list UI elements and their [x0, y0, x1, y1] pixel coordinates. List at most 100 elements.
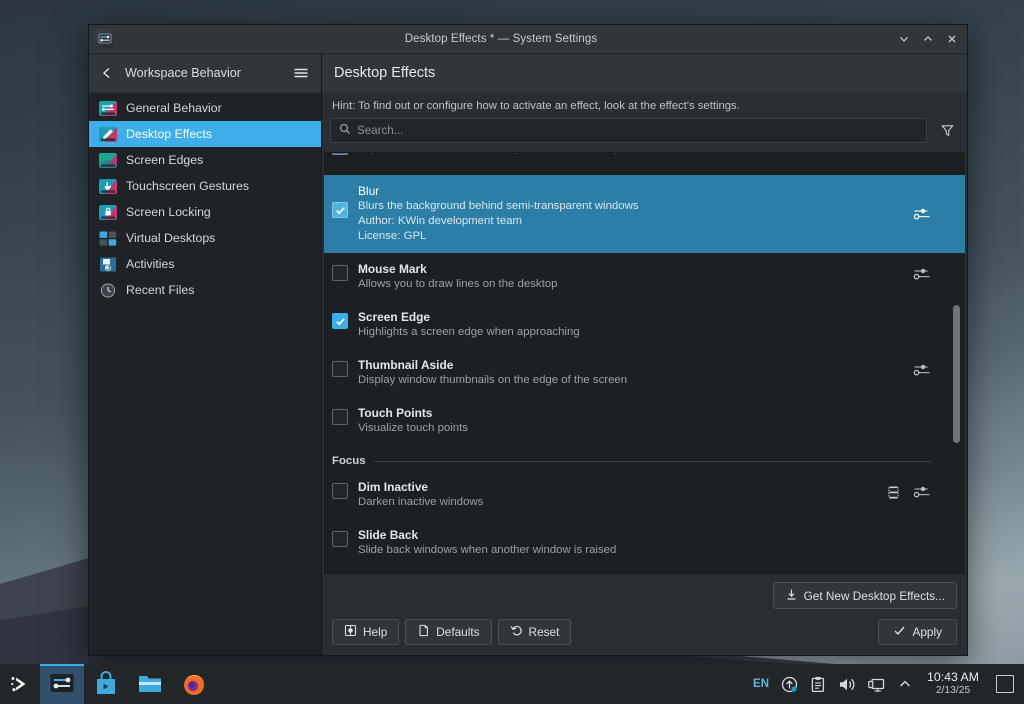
search-row: Search...: [322, 118, 967, 152]
close-icon[interactable]: [941, 28, 963, 50]
sidebar-item-desktop-effects[interactable]: Desktop Effects: [89, 121, 321, 147]
apply-button[interactable]: Apply: [878, 619, 957, 645]
task-button-dolphin[interactable]: [128, 664, 172, 704]
sidebar-item-label: Screen Locking: [126, 205, 211, 219]
display-icon[interactable]: [867, 675, 885, 693]
effect-row-dim-inactive[interactable]: Dim Inactive Darken inactive windows: [324, 471, 965, 519]
effect-name: Slide Back: [358, 528, 965, 543]
help-button[interactable]: Help: [332, 619, 399, 645]
content-header: Desktop Effects: [322, 54, 967, 93]
effect-description: Display window thumbnails on the edge of…: [358, 373, 913, 388]
effect-description: Visualize touch points: [358, 421, 965, 436]
taskbar: EN: [0, 664, 1024, 704]
list-scrollbar[interactable]: [953, 157, 960, 569]
sidebar-item-screen-locking[interactable]: Screen Locking: [89, 199, 321, 225]
footer-area: Get New Desktop Effects...: [322, 574, 967, 655]
effects-list[interactable]: Improve contrast and readability behind …: [324, 152, 965, 574]
sidebar-item-label: Activities: [126, 257, 175, 271]
task-button-discover[interactable]: [84, 664, 128, 704]
sidebar-item-virtual-desktops[interactable]: Virtual Desktops: [89, 225, 321, 251]
scrollbar-thumb[interactable]: [953, 305, 960, 443]
effect-name: Blur: [358, 184, 913, 199]
effect-checkbox[interactable]: [332, 265, 348, 281]
background-contrast-icon[interactable]: [332, 152, 348, 155]
system-tray: EN: [753, 664, 1024, 704]
effect-row-slide-back[interactable]: Slide Back Slide back windows when anoth…: [324, 519, 965, 567]
task-button-system-settings[interactable]: [40, 664, 84, 704]
effect-row-partial[interactable]: Improve contrast and readability behind …: [324, 152, 965, 175]
page-title: Desktop Effects: [334, 65, 435, 81]
sidebar-item-label: Virtual Desktops: [126, 231, 215, 245]
task-button-firefox[interactable]: [172, 664, 216, 704]
section-label: Focus: [332, 455, 366, 467]
tray-language-indicator[interactable]: EN: [753, 678, 769, 690]
configure-sliders-icon[interactable]: [913, 266, 931, 287]
defaults-button[interactable]: Defaults: [405, 619, 491, 645]
effect-description: Improve contrast and readability behind …: [358, 152, 965, 156]
sidebar-item-label: Screen Edges: [126, 153, 203, 167]
chevron-up-icon[interactable]: [917, 28, 939, 50]
effect-row-touch-points[interactable]: Touch Points Visualize touch points: [324, 397, 965, 445]
sidebar-item-touchscreen-gestures[interactable]: Touchscreen Gestures: [89, 173, 321, 199]
sidebar-item-general-behavior[interactable]: General Behavior: [89, 95, 321, 121]
sidebar-item-activities[interactable]: Activities: [89, 251, 321, 277]
effect-checkbox[interactable]: [332, 409, 348, 425]
sidebar: Workspace Behavior: [89, 54, 322, 655]
video-preview-icon[interactable]: [886, 485, 901, 505]
button-label: Apply: [912, 625, 942, 639]
clock-date: 2/13/25: [927, 684, 979, 697]
effect-description: Darken inactive windows: [358, 495, 886, 510]
system-settings-icon: [49, 672, 75, 696]
chevron-up-icon[interactable]: [896, 675, 914, 693]
sidebar-title: Workspace Behavior: [125, 66, 283, 80]
general-behavior-icon: [99, 101, 117, 116]
clipboard-icon[interactable]: [809, 675, 827, 693]
screen-edges-icon: [99, 153, 117, 168]
window-titlebar[interactable]: Desktop Effects * — System Settings: [89, 25, 967, 54]
search-input[interactable]: Search...: [330, 118, 927, 143]
activities-icon: [99, 257, 117, 272]
checkmark-icon: [893, 624, 906, 640]
effect-row-mouse-mark[interactable]: Mouse Mark Allows you to draw lines on t…: [324, 253, 965, 301]
kde-launcher-icon[interactable]: [0, 664, 40, 704]
configure-sliders-icon[interactable]: [913, 484, 931, 505]
show-desktop-icon[interactable]: [996, 675, 1014, 693]
firefox-icon: [181, 671, 207, 697]
effect-description: Highlights a screen edge when approachin…: [358, 325, 965, 340]
effect-author: Author: KWin development team: [358, 214, 913, 229]
sidebar-item-recent-files[interactable]: Recent Files: [89, 277, 321, 303]
sidebar-header: Workspace Behavior: [89, 54, 321, 93]
chevron-left-icon[interactable]: [97, 63, 117, 83]
sidebar-item-label: Touchscreen Gestures: [126, 179, 249, 193]
clock-time: 10:43 AM: [927, 671, 979, 684]
effect-row-thumbnail-aside[interactable]: Thumbnail Aside Display window thumbnail…: [324, 349, 965, 397]
sidebar-item-screen-edges[interactable]: Screen Edges: [89, 147, 321, 173]
effect-checkbox[interactable]: [332, 531, 348, 547]
virtual-desktops-icon: [99, 231, 117, 246]
effect-checkbox[interactable]: [332, 313, 348, 329]
volume-icon[interactable]: [838, 675, 856, 693]
effect-row-screen-edge[interactable]: Screen Edge Highlights a screen edge whe…: [324, 301, 965, 349]
updates-icon[interactable]: [780, 675, 798, 693]
effect-description: Blurs the background behind semi-transpa…: [358, 199, 913, 214]
effect-row-blur[interactable]: Blur Blurs the background behind semi-tr…: [324, 175, 965, 253]
search-icon: [339, 122, 351, 140]
effect-checkbox[interactable]: [332, 483, 348, 499]
effect-name: Touch Points: [358, 406, 965, 421]
chevron-down-icon[interactable]: [893, 28, 915, 50]
filter-funnel-icon[interactable]: [935, 119, 959, 143]
effect-checkbox[interactable]: [332, 361, 348, 377]
configure-sliders-icon[interactable]: [913, 206, 931, 227]
reset-button[interactable]: Reset: [498, 619, 572, 645]
effect-name: Dim Inactive: [358, 480, 886, 495]
configure-sliders-icon[interactable]: [913, 362, 931, 383]
desktop-effects-icon: [99, 127, 117, 142]
sidebar-item-label: Recent Files: [126, 283, 194, 297]
clock[interactable]: 10:43 AM 2/13/25: [925, 671, 981, 697]
effect-description: Allows you to draw lines on the desktop: [358, 277, 913, 292]
hamburger-menu-icon[interactable]: [291, 63, 311, 83]
effect-checkbox[interactable]: [332, 202, 348, 218]
desktop: Desktop Effects * — System Settings: [0, 0, 1024, 704]
get-new-desktop-effects-button[interactable]: Get New Desktop Effects...: [773, 582, 957, 609]
content-pane: Desktop Effects Hint: To find out or con…: [322, 54, 967, 655]
